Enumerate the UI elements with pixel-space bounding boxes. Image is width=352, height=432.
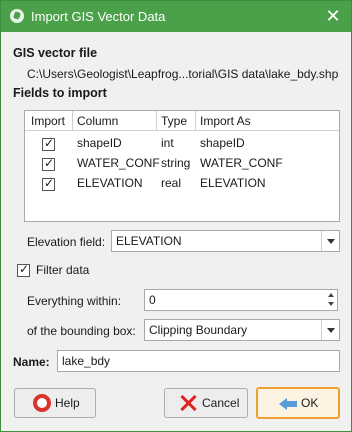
chevron-down-icon[interactable] bbox=[321, 231, 339, 251]
section-title-vector-file: GIS vector file bbox=[13, 46, 98, 60]
fields-table: Import Column Type Import As shapeID int… bbox=[24, 110, 340, 222]
window-title: Import GIS Vector Data bbox=[31, 9, 166, 24]
elevation-field-label: Elevation field: bbox=[27, 235, 106, 249]
import-checkbox[interactable] bbox=[42, 156, 55, 171]
leapfrog-app-icon bbox=[10, 9, 24, 23]
ok-button[interactable]: OK bbox=[256, 387, 340, 419]
table-row: shapeID int shapeID bbox=[25, 134, 339, 154]
import-as-cell[interactable]: shapeID bbox=[200, 136, 245, 150]
spin-down-icon[interactable] bbox=[325, 300, 337, 310]
import-as-cell[interactable]: ELEVATION bbox=[200, 176, 266, 190]
type-cell: int bbox=[161, 136, 174, 150]
import-checkbox[interactable] bbox=[42, 176, 55, 191]
section-title-fields: Fields to import bbox=[13, 86, 107, 100]
import-gis-vector-dialog: Import GIS Vector Data ✕ GIS vector file… bbox=[0, 0, 352, 432]
ok-button-label: OK bbox=[301, 396, 319, 410]
help-button[interactable]: Help bbox=[14, 388, 96, 418]
spin-up-icon[interactable] bbox=[325, 290, 337, 300]
cancel-button[interactable]: Cancel bbox=[164, 388, 248, 418]
dialog-content: GIS vector file C:\Users\Geologist\Leapf… bbox=[1, 32, 351, 431]
lifebuoy-icon bbox=[33, 394, 51, 412]
name-value: lake_bdy bbox=[62, 354, 111, 368]
header-import-as[interactable]: Import As bbox=[200, 114, 251, 128]
help-button-label: Help bbox=[55, 396, 80, 410]
column-divider bbox=[195, 111, 196, 131]
header-type[interactable]: Type bbox=[161, 114, 187, 128]
bounding-box-label: of the bounding box: bbox=[27, 324, 136, 338]
bounding-box-value: Clipping Boundary bbox=[149, 323, 248, 337]
file-path: C:\Users\Geologist\Leapfrog...torial\GIS… bbox=[27, 67, 339, 81]
cancel-button-label: Cancel bbox=[202, 396, 240, 410]
table-row: ELEVATION real ELEVATION bbox=[25, 174, 339, 194]
column-cell: ELEVATION bbox=[77, 176, 143, 190]
enter-arrow-icon bbox=[279, 394, 299, 412]
elevation-field-select[interactable]: ELEVATION bbox=[111, 230, 340, 252]
column-cell: shapeID bbox=[77, 136, 122, 150]
table-header: Import Column Type Import As bbox=[25, 111, 339, 131]
chevron-down-icon[interactable] bbox=[321, 320, 339, 340]
column-cell: WATER_CONF bbox=[77, 156, 160, 170]
elevation-field-value: ELEVATION bbox=[116, 234, 182, 248]
column-divider bbox=[72, 111, 73, 131]
everything-within-label: Everything within: bbox=[27, 294, 122, 308]
type-cell: string bbox=[161, 156, 191, 170]
everything-within-value: 0 bbox=[149, 293, 156, 307]
title-bar: Import GIS Vector Data ✕ bbox=[1, 1, 351, 32]
import-checkbox[interactable] bbox=[42, 136, 55, 151]
bounding-box-select[interactable]: Clipping Boundary bbox=[144, 319, 340, 341]
import-as-cell[interactable]: WATER_CONF bbox=[200, 156, 283, 170]
close-icon[interactable]: ✕ bbox=[321, 4, 345, 28]
cancel-x-icon bbox=[179, 394, 197, 412]
name-label: Name: bbox=[13, 355, 50, 369]
column-divider bbox=[156, 111, 157, 131]
header-import[interactable]: Import bbox=[31, 114, 65, 128]
everything-within-spinbox[interactable]: 0 bbox=[144, 289, 338, 311]
name-input[interactable]: lake_bdy bbox=[57, 350, 340, 372]
header-column[interactable]: Column bbox=[77, 114, 118, 128]
filter-data-label[interactable]: Filter data bbox=[36, 263, 89, 277]
filter-data-checkbox[interactable] bbox=[17, 262, 30, 277]
type-cell: real bbox=[161, 176, 182, 190]
table-row: WATER_CONF string WATER_CONF bbox=[25, 154, 339, 174]
